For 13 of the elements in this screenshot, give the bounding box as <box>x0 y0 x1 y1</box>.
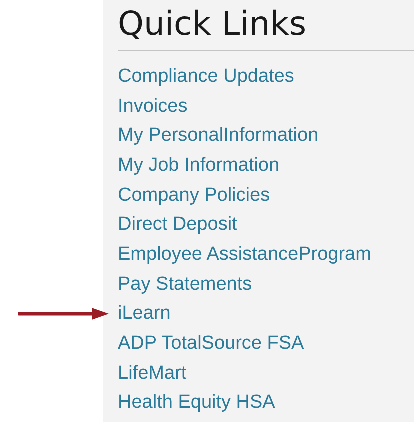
panel-title: Quick Links <box>118 4 308 44</box>
quick-link[interactable]: Direct Deposit <box>118 214 238 236</box>
quick-link[interactable]: Compliance Updates <box>118 66 294 88</box>
quick-link[interactable]: iLearn <box>118 303 171 326</box>
quick-link[interactable]: My PersonalInformation <box>118 125 319 148</box>
quick-link[interactable]: Employee AssistanceProgram <box>118 244 372 266</box>
quick-link[interactable]: ADP TotalSource FSA <box>118 333 304 356</box>
quick-link[interactable]: My Job Information <box>118 154 280 177</box>
quick-link[interactable]: Health Equity HSA <box>118 392 276 414</box>
quick-link[interactable]: LifeMart <box>118 362 187 385</box>
quick-link[interactable]: Invoices <box>118 96 188 118</box>
quick-link[interactable]: Company Policies <box>118 184 270 207</box>
quick-link[interactable]: Pay Statements <box>118 274 252 296</box>
